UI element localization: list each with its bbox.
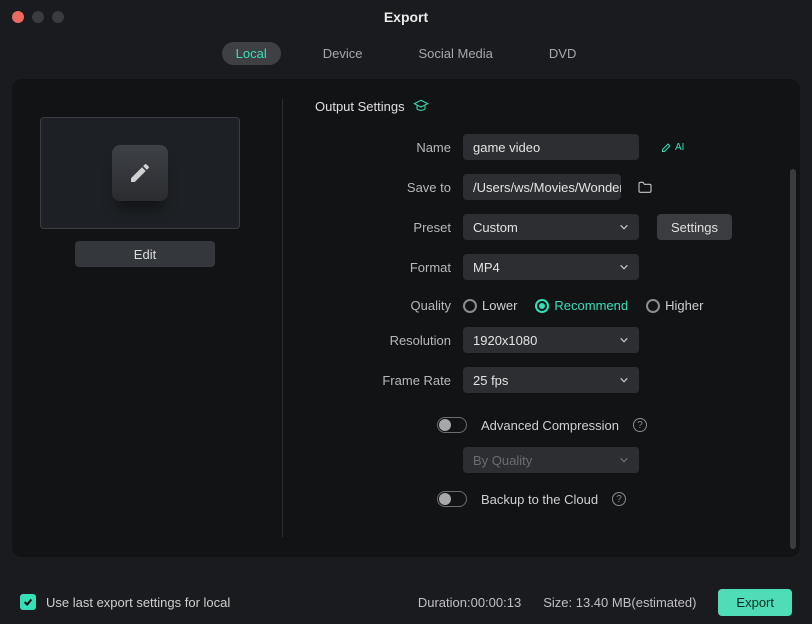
quality-label: Quality xyxy=(315,298,451,313)
minimize-window-button[interactable] xyxy=(32,11,44,23)
framerate-value: 25 fps xyxy=(473,373,508,388)
quality-recommend-label: Recommend xyxy=(554,298,628,313)
uselast-label: Use last export settings for local xyxy=(46,595,230,610)
adv-compression-label: Advanced Compression xyxy=(481,418,619,433)
adv-mode-select[interactable]: By Quality xyxy=(463,447,639,473)
quality-lower-radio[interactable]: Lower xyxy=(463,298,517,313)
saveto-label: Save to xyxy=(315,180,451,195)
format-value: MP4 xyxy=(473,260,500,275)
quality-higher-radio[interactable]: Higher xyxy=(646,298,703,313)
adv-compression-toggle[interactable] xyxy=(437,417,467,433)
tabs-bar: Local Device Social Media DVD xyxy=(0,34,812,79)
row-resolution: Resolution 1920x1080 xyxy=(315,327,768,353)
titlebar: Export xyxy=(0,0,812,34)
framerate-label: Frame Rate xyxy=(315,373,451,388)
window-title: Export xyxy=(384,9,428,25)
edit-button[interactable]: Edit xyxy=(75,241,215,267)
scrollbar-track xyxy=(790,169,796,497)
adv-mode-value: By Quality xyxy=(473,453,532,468)
help-icon[interactable]: ? xyxy=(612,492,626,506)
row-adv-compression: Advanced Compression ? xyxy=(437,417,768,433)
name-label: Name xyxy=(315,140,451,155)
preview-column: Edit xyxy=(40,99,250,537)
chevron-down-icon xyxy=(619,455,629,465)
quality-lower-label: Lower xyxy=(482,298,517,313)
chevron-down-icon xyxy=(619,222,629,232)
row-adv-mode: By Quality xyxy=(315,447,768,473)
close-window-button[interactable] xyxy=(12,11,24,23)
backup-cloud-label: Backup to the Cloud xyxy=(481,492,598,507)
resolution-select[interactable]: 1920x1080 xyxy=(463,327,639,353)
row-preset: Preset Custom Settings xyxy=(315,214,768,240)
row-saveto: Save to /Users/ws/Movies/Wonder xyxy=(315,174,768,200)
preset-label: Preset xyxy=(315,220,451,235)
tab-social-media[interactable]: Social Media xyxy=(404,42,506,65)
browse-folder-button[interactable] xyxy=(633,175,657,199)
resolution-value: 1920x1080 xyxy=(473,333,537,348)
preview-thumbnail xyxy=(40,117,240,229)
quality-radios: Lower Recommend Higher xyxy=(463,298,703,313)
window-controls xyxy=(0,11,64,23)
preset-select[interactable]: Custom xyxy=(463,214,639,240)
footer: Use last export settings for local Durat… xyxy=(0,580,812,624)
export-button[interactable]: Export xyxy=(718,589,792,616)
format-label: Format xyxy=(315,260,451,275)
ai-label: AI xyxy=(675,142,684,153)
divider xyxy=(282,99,283,537)
scrollbar-thumb[interactable] xyxy=(790,169,796,549)
settings-column: Output Settings Name AI Save to /Users/w… xyxy=(315,99,776,537)
preset-value: Custom xyxy=(473,220,518,235)
chevron-down-icon xyxy=(619,262,629,272)
preset-settings-button[interactable]: Settings xyxy=(657,214,732,240)
uselast-checkbox[interactable] xyxy=(20,594,36,610)
size-info: Size: 13.40 MB(estimated) xyxy=(543,595,696,610)
chevron-down-icon xyxy=(619,335,629,345)
backup-cloud-toggle[interactable] xyxy=(437,491,467,507)
tab-device[interactable]: Device xyxy=(309,42,377,65)
ai-button[interactable]: AI xyxy=(661,141,684,153)
duration-info: Duration:00:00:13 xyxy=(418,595,521,610)
export-panel: Edit Output Settings Name AI Save to xyxy=(12,79,800,557)
format-select[interactable]: MP4 xyxy=(463,254,639,280)
quality-higher-label: Higher xyxy=(665,298,703,313)
saveto-input[interactable]: /Users/ws/Movies/Wonder xyxy=(463,174,621,200)
section-title-row: Output Settings xyxy=(315,99,768,114)
maximize-window-button[interactable] xyxy=(52,11,64,23)
tab-dvd[interactable]: DVD xyxy=(535,42,590,65)
name-input[interactable] xyxy=(463,134,639,160)
tab-local[interactable]: Local xyxy=(222,42,281,65)
row-quality: Quality Lower Recommend Higher xyxy=(315,298,768,313)
help-icon[interactable]: ? xyxy=(633,418,647,432)
row-framerate: Frame Rate 25 fps xyxy=(315,367,768,393)
resolution-label: Resolution xyxy=(315,333,451,348)
quality-recommend-radio[interactable]: Recommend xyxy=(535,298,628,313)
section-title: Output Settings xyxy=(315,99,405,114)
graduation-icon[interactable] xyxy=(413,99,429,114)
row-format: Format MP4 xyxy=(315,254,768,280)
edit-icon xyxy=(112,145,168,201)
row-name: Name AI xyxy=(315,134,768,160)
row-backup-cloud: Backup to the Cloud ? xyxy=(437,491,768,507)
framerate-select[interactable]: 25 fps xyxy=(463,367,639,393)
chevron-down-icon xyxy=(619,375,629,385)
